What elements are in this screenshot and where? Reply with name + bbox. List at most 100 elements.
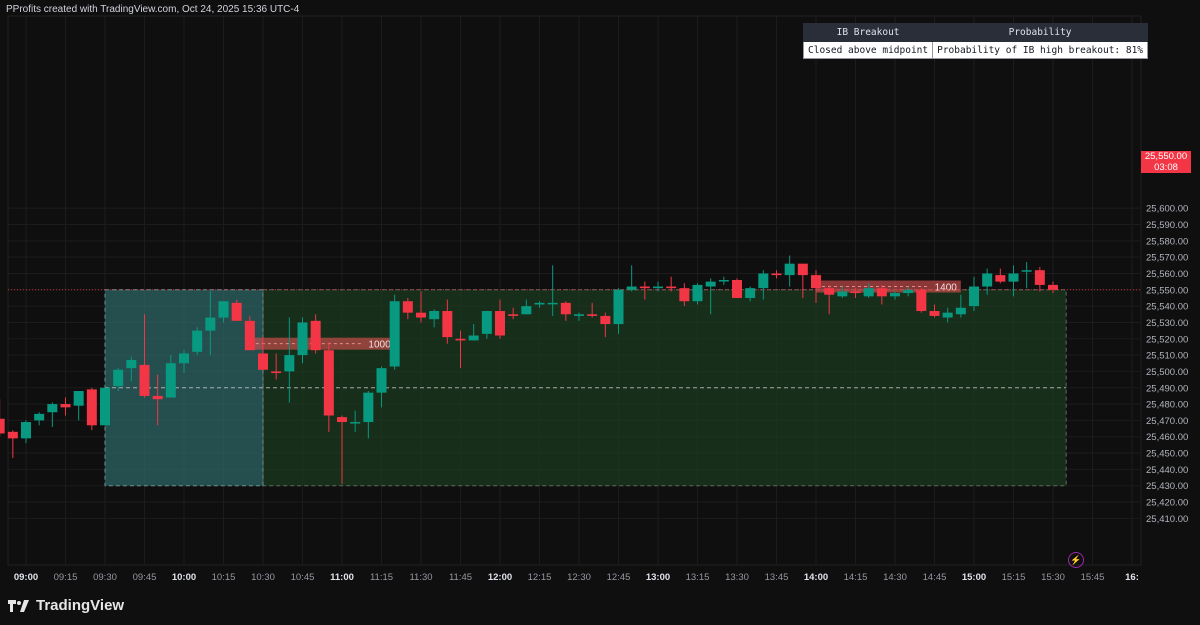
candle-down xyxy=(231,302,242,321)
candle-up xyxy=(113,369,124,387)
candle-up xyxy=(179,353,189,364)
x-tick-label: 12:30 xyxy=(567,572,591,583)
table-cell-probability: Probability of IB high breakout: 81% xyxy=(932,41,1149,59)
candle-up xyxy=(165,363,176,398)
x-tick-label: 10:30 xyxy=(251,572,275,583)
candle-up xyxy=(705,281,716,287)
y-tick-label: 25,540.00 xyxy=(1146,302,1188,313)
y-tick-label: 25,460.00 xyxy=(1146,432,1188,443)
candle-up xyxy=(73,391,84,406)
candle-up xyxy=(745,288,756,298)
candle-up xyxy=(574,314,584,316)
table-header-ib-breakout: IB Breakout xyxy=(802,23,934,42)
candle-down xyxy=(337,417,347,423)
candle-up xyxy=(126,359,137,369)
y-tick-label: 25,560.00 xyxy=(1146,269,1188,280)
candle-up xyxy=(47,404,58,413)
candle-up xyxy=(613,289,624,325)
tradingview-logo[interactable]: TradingView xyxy=(8,597,124,614)
candle-up xyxy=(718,280,729,282)
candle-up xyxy=(1021,270,1032,272)
candle-down xyxy=(455,338,466,341)
x-tick-label: 12:15 xyxy=(528,572,552,583)
candle-up xyxy=(34,413,45,421)
x-tick-label: 11:45 xyxy=(449,572,472,583)
candle-down xyxy=(442,311,453,338)
candle-up xyxy=(350,422,361,424)
candle-down xyxy=(587,314,598,316)
candle-down xyxy=(139,364,150,396)
candle-up xyxy=(547,302,558,305)
candle-down xyxy=(7,431,18,439)
x-tick-label: 13:00 xyxy=(646,572,670,583)
candle-down xyxy=(876,288,887,297)
candle-up xyxy=(297,322,308,356)
x-tick-label: 09:45 xyxy=(133,572,157,583)
table-cell-breakout-status: Closed above midpoint xyxy=(802,41,934,59)
x-tick-label: 15:30 xyxy=(1041,572,1065,583)
x-tick-label: 15:00 xyxy=(962,572,986,583)
lightning-icon[interactable]: ⚡ xyxy=(1068,552,1084,568)
candle-up xyxy=(218,301,229,318)
candle-down xyxy=(258,353,268,370)
candle-up xyxy=(758,273,769,289)
candle-down xyxy=(402,301,413,313)
candlestick-chart[interactable]: 1000 1400 25,410.00 25,420.00 25,430.00 25,44… xyxy=(0,0,1200,625)
candle-down xyxy=(732,280,742,298)
x-tick-label: 13:30 xyxy=(725,572,749,583)
candle-down xyxy=(0,418,5,434)
y-tick-label: 25,470.00 xyxy=(1146,416,1188,427)
candle-down xyxy=(323,350,334,416)
x-tick-label: 14:45 xyxy=(923,572,947,583)
candle-down xyxy=(850,291,861,294)
x-tick-label: 14:15 xyxy=(844,572,868,583)
x-tick-label: 10:45 xyxy=(291,572,315,583)
x-tick-label: 13:15 xyxy=(686,572,710,583)
ib-breakout-table: IB Breakout Probability Closed above mid… xyxy=(802,23,1149,59)
y-tick-label: 25,600.00 xyxy=(1146,204,1188,215)
x-tick-label: 12:45 xyxy=(607,572,631,583)
y-tick-label: 25,590.00 xyxy=(1146,220,1188,231)
x-tick-label: 09:30 xyxy=(93,572,117,583)
y-tick-label: 25,500.00 xyxy=(1146,367,1188,378)
candle-down xyxy=(995,275,1006,282)
candle-down xyxy=(1048,284,1058,290)
candle-down xyxy=(495,311,505,336)
candle-up xyxy=(890,293,900,297)
tradingview-logo-icon xyxy=(8,599,29,612)
candle-up xyxy=(284,355,295,372)
candle-up xyxy=(376,368,387,393)
candle-down xyxy=(508,314,519,316)
candle-up xyxy=(205,317,216,331)
x-tick-label: 11:30 xyxy=(409,572,432,583)
candle-down xyxy=(600,315,611,325)
candle-down xyxy=(1034,270,1045,285)
candle-down xyxy=(271,371,282,374)
candle-up xyxy=(903,289,914,294)
candle-up xyxy=(692,284,703,302)
current-price-tag: 25,550.00 03:08 xyxy=(1141,151,1191,173)
candle-down xyxy=(824,288,835,295)
candle-up xyxy=(969,286,979,307)
x-tick-label: 11:00 xyxy=(330,572,354,583)
y-tick-label: 25,490.00 xyxy=(1146,383,1188,394)
candle-up xyxy=(429,311,440,320)
candle-up xyxy=(955,307,966,315)
x-tick-label: 14:00 xyxy=(804,572,828,583)
candle-up xyxy=(481,311,492,334)
candle-up xyxy=(863,288,874,297)
candle-up xyxy=(389,301,400,367)
y-tick-label: 25,580.00 xyxy=(1146,236,1188,247)
candle-up xyxy=(521,306,532,315)
candle-down xyxy=(679,288,690,302)
y-tick-label: 25,550.00 xyxy=(1146,285,1188,296)
y-tick-label: 25,530.00 xyxy=(1146,318,1188,329)
tradingview-logo-text: TradingView xyxy=(36,597,125,614)
marker-label: 1000 xyxy=(368,340,391,351)
candle-up xyxy=(653,286,663,289)
marker-label: 1400 xyxy=(935,283,958,294)
x-tick-label: 16: xyxy=(1125,572,1139,583)
candle-down xyxy=(811,275,821,289)
bar-countdown-label: 03:08 xyxy=(1154,162,1178,173)
y-tick-label: 25,510.00 xyxy=(1146,351,1188,362)
